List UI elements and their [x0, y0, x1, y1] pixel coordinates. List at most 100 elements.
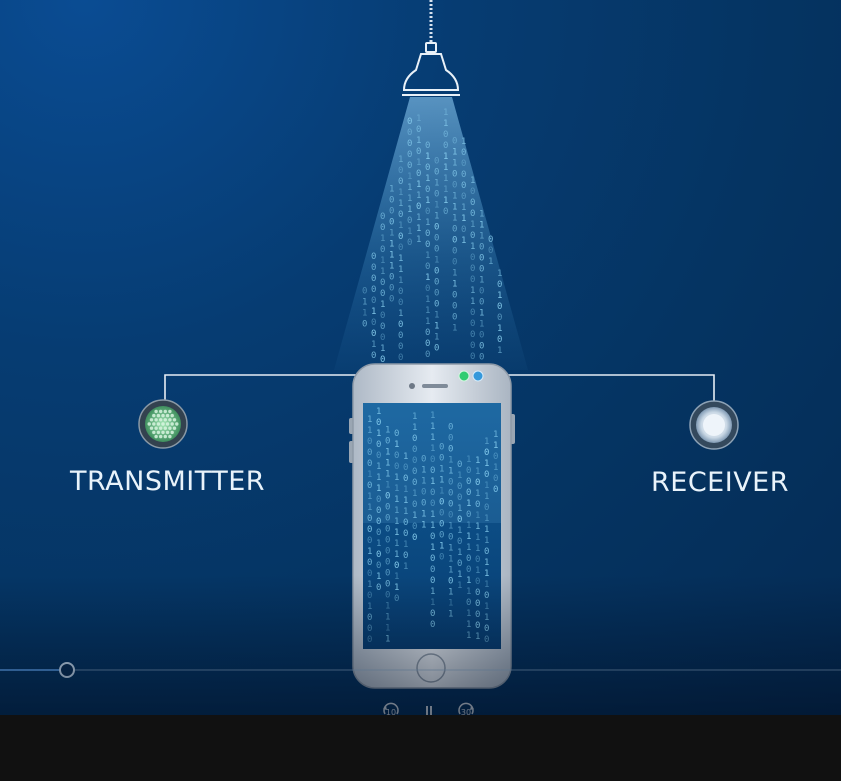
binary-digit: 0 — [439, 552, 444, 562]
binary-digit: 1 — [394, 550, 399, 560]
binary-digit: 1 — [385, 635, 390, 645]
binary-digit: 0 — [407, 139, 412, 149]
binary-digit: 0 — [475, 577, 480, 587]
binary-digit: 1 — [367, 580, 372, 590]
binary-digit: 1 — [434, 333, 439, 343]
binary-digit: 0 — [367, 558, 372, 568]
binary-digit: 1 — [457, 581, 462, 591]
binary-digit: 0 — [430, 532, 435, 542]
binary-digit: 1 — [394, 528, 399, 538]
binary-digit: 1 — [376, 572, 381, 582]
binary-digit: 1 — [389, 184, 394, 194]
binary-digit: 1 — [484, 602, 489, 612]
binary-digit: 1 — [407, 172, 412, 182]
binary-digit: 1 — [416, 114, 421, 124]
binary-digit: 0 — [475, 610, 480, 620]
binary-digit: 1 — [430, 543, 435, 553]
led-dot — [175, 422, 179, 426]
binary-digit: 0 — [412, 533, 417, 543]
binary-digit: 0 — [385, 525, 390, 535]
binary-digit: 0 — [367, 635, 372, 645]
led-dot — [168, 418, 172, 422]
led-dot — [154, 418, 158, 422]
binary-digit: 0 — [448, 576, 453, 586]
binary-digit: 1 — [448, 543, 453, 553]
led-dot — [170, 430, 174, 435]
binary-digit: 0 — [452, 290, 457, 300]
binary-digit: 0 — [407, 216, 412, 226]
led-dot — [161, 422, 165, 426]
binary-digit: 0 — [425, 240, 430, 250]
binary-digit: 0 — [470, 209, 475, 219]
binary-digit: 0 — [497, 335, 502, 345]
binary-digit: 1 — [466, 620, 471, 630]
binary-digit: 0 — [470, 319, 475, 329]
binary-digit: 0 — [434, 300, 439, 310]
binary-digit: 0 — [475, 555, 480, 565]
binary-digit: 0 — [367, 569, 372, 579]
binary-digit: 1 — [389, 239, 394, 249]
binary-digit: 1 — [470, 242, 475, 252]
binary-digit: 1 — [457, 570, 462, 580]
binary-digit: 0 — [412, 522, 417, 532]
transmitter-label: TRANSMITTER — [70, 466, 266, 497]
led-dot — [163, 409, 167, 414]
led-dot — [161, 430, 165, 435]
binary-digit: 0 — [385, 536, 390, 546]
binary-digit: 0 — [475, 599, 480, 609]
binary-digit: 0 — [362, 319, 367, 329]
binary-digit: 1 — [416, 235, 421, 245]
binary-digit: 0 — [452, 180, 457, 190]
binary-digit: 1 — [484, 558, 489, 568]
binary-digit: 1 — [380, 267, 385, 277]
binary-digit: 0 — [380, 278, 385, 288]
rewind-10-button[interactable]: 10 — [380, 702, 402, 715]
binary-digit: 0 — [452, 312, 457, 322]
binary-digit: 0 — [398, 353, 403, 363]
binary-digit: 0 — [376, 550, 381, 560]
led-dot — [172, 418, 177, 422]
seek-thumb[interactable] — [58, 662, 75, 678]
binary-digit: 0 — [434, 267, 439, 277]
binary-digit: 0 — [488, 246, 493, 256]
binary-digit: 1 — [398, 254, 403, 264]
pause-button[interactable] — [418, 702, 440, 715]
binary-digit: 0 — [407, 238, 412, 248]
binary-digit: 0 — [398, 320, 403, 330]
forward-30-button[interactable]: 30 — [455, 702, 477, 715]
binary-digit: 0 — [389, 217, 394, 227]
binary-digit: 0 — [470, 352, 475, 362]
binary-digit: 1 — [398, 276, 403, 286]
binary-digit: 1 — [452, 158, 457, 168]
binary-digit: 1 — [443, 108, 448, 118]
binary-digit: 0 — [479, 298, 484, 308]
seek-bar[interactable] — [0, 669, 841, 671]
binary-digit: 1 — [434, 212, 439, 222]
video-frame[interactable]: 0110000001001000101100100010100011110001… — [0, 0, 841, 715]
binary-digit: 0 — [389, 294, 394, 304]
binary-digit: 1 — [407, 183, 412, 193]
binary-digit: 1 — [461, 236, 466, 246]
binary-digit: 0 — [497, 280, 502, 290]
binary-digit: 1 — [434, 179, 439, 189]
binary-digit: 1 — [475, 632, 480, 642]
binary-digit: 0 — [367, 613, 372, 623]
binary-digit: 1 — [425, 273, 430, 283]
binary-digit: 1 — [452, 213, 457, 223]
binary-digit: 0 — [479, 254, 484, 264]
binary-digit: 0 — [430, 620, 435, 630]
led-dot — [149, 418, 154, 422]
binary-digit: 0 — [457, 559, 462, 569]
binary-digit: 0 — [452, 136, 457, 146]
binary-digit: 1 — [439, 541, 444, 551]
binary-digit: 0 — [470, 264, 475, 274]
binary-digit: 1 — [443, 119, 448, 129]
binary-digit: 0 — [385, 547, 390, 557]
binary-digit: 0 — [380, 223, 385, 233]
binary-digit: 0 — [380, 245, 385, 255]
binary-digit: 1 — [479, 232, 484, 242]
binary-digit: 1 — [407, 194, 412, 204]
binary-digit: 1 — [425, 152, 430, 162]
binary-digit: 0 — [376, 528, 381, 538]
binary-digit: 1 — [425, 218, 430, 228]
